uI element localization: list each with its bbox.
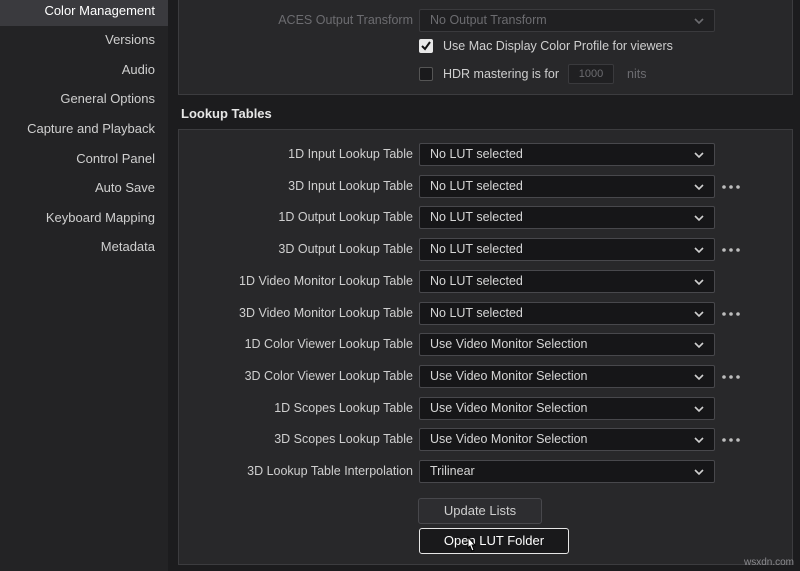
sidebar-item-control-panel[interactable]: Control Panel <box>76 148 155 170</box>
lut-select-value: No LUT selected <box>430 147 523 161</box>
lut-row-label: 1D Scopes Lookup Table <box>274 401 413 415</box>
open-lut-folder-button[interactable]: Open LUT Folder <box>419 528 569 554</box>
lut-row-label: 3D Video Monitor Lookup Table <box>239 306 413 320</box>
lut-select[interactable]: No LUT selected <box>419 238 715 261</box>
sidebar-item-audio[interactable]: Audio <box>122 59 155 81</box>
chevron-down-icon <box>694 279 704 286</box>
lut-select[interactable]: No LUT selected <box>419 143 715 166</box>
lut-select[interactable]: Trilinear <box>419 460 715 483</box>
lut-row-label: 1D Video Monitor Lookup Table <box>239 274 413 288</box>
lut-select[interactable]: Use Video Monitor Selection <box>419 428 715 451</box>
lut-select-value: No LUT selected <box>430 274 523 288</box>
more-options-icon[interactable] <box>721 437 741 443</box>
sidebar-item-capture-and-playback[interactable]: Capture and Playback <box>27 118 155 140</box>
chevron-down-icon <box>694 342 704 349</box>
sidebar-item-versions[interactable]: Versions <box>105 29 155 51</box>
chevron-down-icon <box>694 437 704 444</box>
chevron-down-icon <box>694 406 704 413</box>
mac-display-profile-checkbox[interactable] <box>419 39 433 53</box>
lut-select[interactable]: No LUT selected <box>419 270 715 293</box>
lut-select-value: No LUT selected <box>430 306 523 320</box>
watermark-text: wsxdn.com <box>743 557 794 568</box>
more-options-icon[interactable] <box>721 311 741 317</box>
chevron-down-icon <box>694 184 704 191</box>
lut-select-value: Use Video Monitor Selection <box>430 401 588 415</box>
chevron-down-icon <box>694 152 704 159</box>
lut-row-label: 3D Output Lookup Table <box>278 242 413 256</box>
lut-select-value: Use Video Monitor Selection <box>430 369 588 383</box>
update-lists-button[interactable]: Update Lists <box>418 498 542 524</box>
sidebar-item-color-management[interactable]: Color Management <box>0 0 168 26</box>
more-options-icon[interactable] <box>721 184 741 190</box>
mouse-pointer-icon <box>467 536 477 552</box>
chevron-down-icon <box>694 247 704 254</box>
lut-select[interactable]: Use Video Monitor Selection <box>419 397 715 420</box>
checkmark-icon <box>421 41 431 51</box>
sidebar-item-metadata[interactable]: Metadata <box>101 236 155 258</box>
lut-row-label: 3D Color Viewer Lookup Table <box>244 369 413 383</box>
lut-select-value: No LUT selected <box>430 210 523 224</box>
lut-row-label: 3D Lookup Table Interpolation <box>247 464 413 478</box>
chevron-down-icon <box>694 215 704 222</box>
lut-select-value: Trilinear <box>430 464 475 478</box>
chevron-down-icon <box>694 469 704 476</box>
lut-select-value: No LUT selected <box>430 242 523 256</box>
sidebar-item-general-options[interactable]: General Options <box>60 88 155 110</box>
aces-output-value: No Output Transform <box>430 13 547 27</box>
lut-select[interactable]: No LUT selected <box>419 175 715 198</box>
lut-row-label: 1D Output Lookup Table <box>278 210 413 224</box>
aces-output-label: ACES Output Transform <box>278 13 413 27</box>
more-options-icon[interactable] <box>721 247 741 253</box>
more-options-icon[interactable] <box>721 374 741 380</box>
hdr-nits-input[interactable]: 1000 <box>568 64 614 84</box>
sidebar-item-keyboard-mapping[interactable]: Keyboard Mapping <box>46 207 155 229</box>
lut-select-value: No LUT selected <box>430 179 523 193</box>
lut-select[interactable]: Use Video Monitor Selection <box>419 365 715 388</box>
chevron-down-icon <box>694 374 704 381</box>
lut-row-label: 3D Scopes Lookup Table <box>274 432 413 446</box>
chevron-down-icon <box>694 311 704 318</box>
lut-row-label: 3D Input Lookup Table <box>288 179 413 193</box>
lut-select[interactable]: No LUT selected <box>419 206 715 229</box>
lut-select-value: Use Video Monitor Selection <box>430 337 588 351</box>
lut-select[interactable]: Use Video Monitor Selection <box>419 333 715 356</box>
lut-select[interactable]: No LUT selected <box>419 302 715 325</box>
lut-select-value: Use Video Monitor Selection <box>430 432 588 446</box>
aces-output-select[interactable]: No Output Transform <box>419 9 715 32</box>
lut-row-label: 1D Color Viewer Lookup Table <box>244 337 413 351</box>
hdr-mastering-label: HDR mastering is for <box>443 67 559 81</box>
mac-display-profile-label: Use Mac Display Color Profile for viewer… <box>443 39 673 53</box>
settings-main: ACES Output Transform No Output Transfor… <box>168 0 800 571</box>
chevron-down-icon <box>694 18 704 25</box>
lookup-tables-title: Lookup Tables <box>181 106 272 121</box>
hdr-mastering-checkbox[interactable] <box>419 67 433 81</box>
hdr-nits-unit: nits <box>627 67 647 81</box>
lut-row-label: 1D Input Lookup Table <box>288 147 413 161</box>
preferences-sidebar: Color Management Versions Audio General … <box>0 0 168 571</box>
sidebar-item-auto-save[interactable]: Auto Save <box>95 177 155 199</box>
